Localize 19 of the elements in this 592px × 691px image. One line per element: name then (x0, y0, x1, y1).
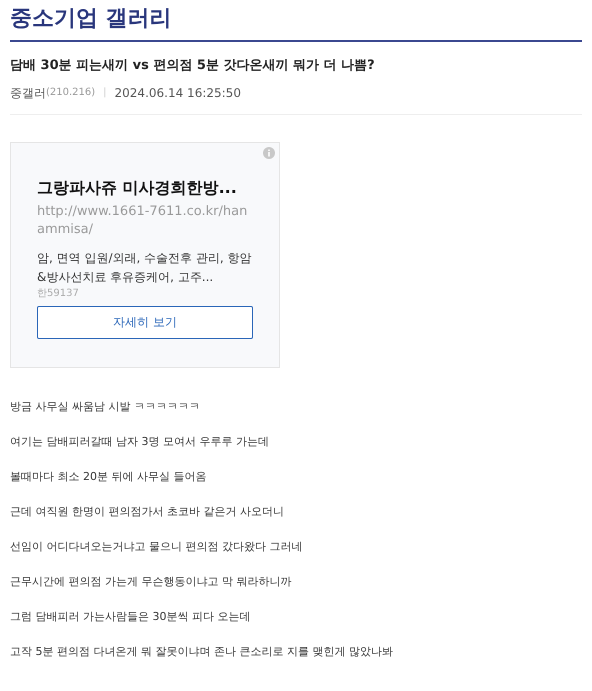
body-text: 고작 5분 편의점 다녀온게 뭐 잘못이냐며 존나 큰소리로 지를 맺힌게 많았나봐 (10, 644, 394, 660)
body-text: 근무시간에 편의점 가는게 무슨행동이냐고 막 뭐라하니까 (10, 574, 292, 590)
ad-code: 한59137 (37, 288, 80, 300)
gallery-title[interactable]: 중소기업 갤러리 (10, 0, 582, 40)
author-ip: (210.216) (46, 86, 96, 100)
ad-description: 암, 면역 입원/외래, 수술전후 관리, 항암&방사선치료 후유증케어, 고주... (37, 250, 253, 286)
body-text: 볼때마다 최소 20분 뒤에 사무실 들어옴 (10, 468, 208, 484)
details-button[interactable]: 자세히 보기 (37, 306, 253, 338)
body-text: 선임이 어디다녀오는거냐고 물으니 편의점 갔다왔다 그러네 (10, 538, 304, 554)
body-text: 그럼 담배피러 가는사람들은 30분씩 피다 오는데 (10, 608, 252, 624)
meta-separator: | (103, 86, 107, 100)
post-title: 담배 30분 피는새끼 vs 편의점 5분 갓다온새끼 뭐가 더 나쁨? (10, 57, 376, 75)
author-name[interactable]: 중갤러 (10, 84, 46, 102)
ad-headline[interactable]: 그랑파사쥬 미사경희한방... (37, 176, 253, 198)
post-date: 2024.06.14 16:25:50 (114, 84, 241, 102)
body-text: 근데 여직원 한명이 편의점가서 초코바 같은거 사오더니 (10, 504, 285, 520)
body-text: 방금 사무실 싸움남 시발 ㅋㅋㅋㅋㅋㅋ (10, 398, 201, 414)
info-icon[interactable] (263, 146, 275, 158)
body-text: 여기는 담배피러갈때 남자 3명 모여서 우루루 가는데 (10, 434, 270, 450)
